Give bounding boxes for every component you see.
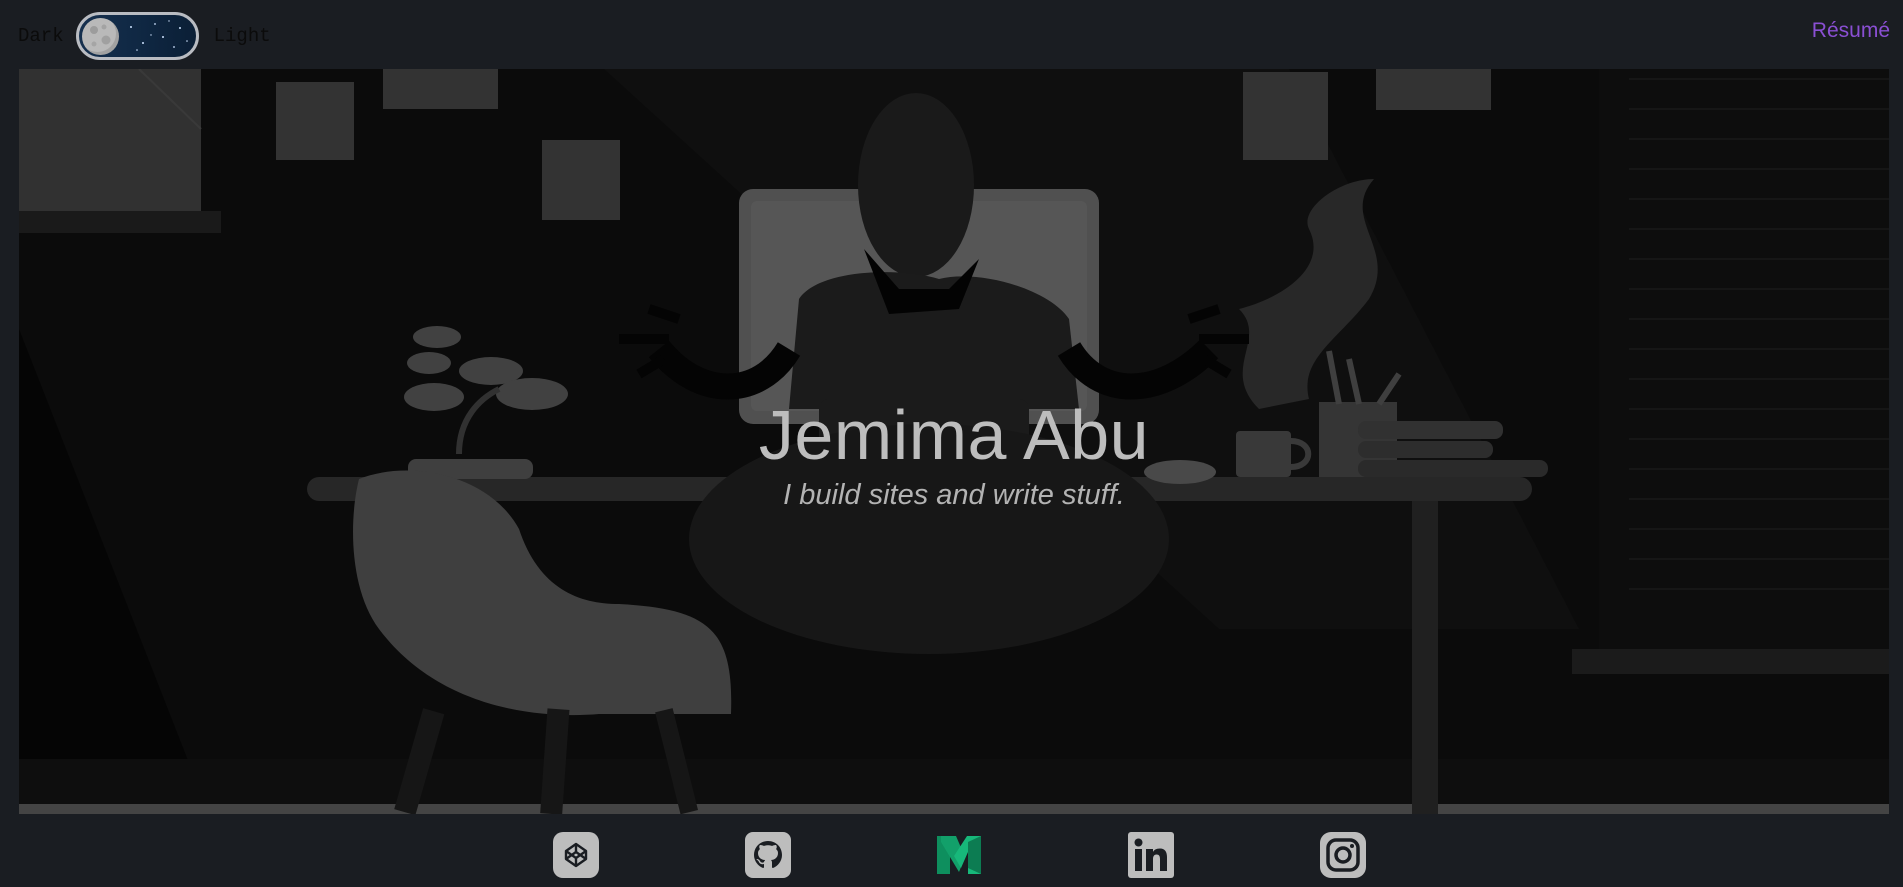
top-bar: Dark Light Résumé bbox=[0, 0, 1903, 70]
codepen-icon[interactable] bbox=[553, 832, 599, 878]
hero-illustration bbox=[19, 69, 1889, 814]
moon-icon bbox=[81, 18, 119, 55]
linkedin-icon[interactable] bbox=[1128, 832, 1174, 878]
hero-section: Jemima Abu I build sites and write stuff… bbox=[19, 69, 1889, 814]
theme-toggle[interactable] bbox=[75, 12, 199, 60]
github-icon[interactable] bbox=[745, 832, 791, 878]
medium-icon[interactable] bbox=[936, 832, 982, 878]
theme-light-label: Light bbox=[213, 25, 271, 47]
theme-switch: Dark Light bbox=[18, 10, 271, 62]
instagram-icon[interactable] bbox=[1320, 832, 1366, 878]
resume-link[interactable]: Résumé bbox=[1812, 19, 1890, 43]
theme-dark-label: Dark bbox=[18, 25, 64, 47]
social-links bbox=[0, 830, 1903, 880]
